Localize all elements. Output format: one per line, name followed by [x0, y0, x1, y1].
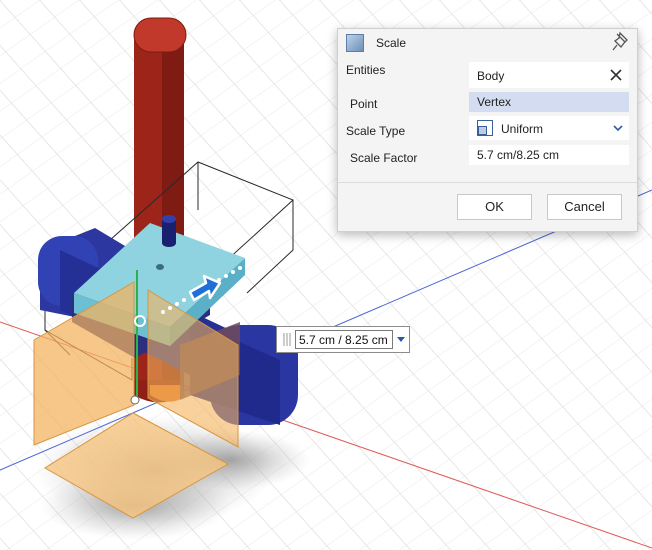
drag-grip-icon[interactable]: [282, 332, 292, 347]
entities-selector[interactable]: Body: [469, 62, 629, 88]
pin-icon[interactable]: [611, 31, 631, 53]
clear-selection-icon[interactable]: [609, 68, 623, 82]
scale-tool-icon: [346, 34, 364, 52]
scale-type-value: Uniform: [501, 122, 544, 136]
entities-label: Entities: [346, 63, 386, 77]
scale-dialog: Scale Entities Body Point Vertex Scale T…: [337, 28, 638, 232]
scale-factor-input[interactable]: 5.7 cm/8.25 cm: [469, 145, 629, 165]
chevron-down-icon: [613, 125, 623, 132]
point-label: Point: [350, 97, 378, 111]
floating-scale-value: 5.7 cm / 8.25 cm: [299, 333, 388, 347]
uniform-icon: [477, 120, 493, 136]
dialog-separator: [338, 182, 637, 183]
floating-scale-field[interactable]: 5.7 cm / 8.25 cm: [295, 330, 393, 349]
scale-type-dropdown[interactable]: Uniform: [469, 116, 629, 140]
scale-factor-label: Scale Factor: [350, 151, 418, 165]
dialog-title: Scale: [376, 36, 407, 50]
ok-button[interactable]: OK: [457, 194, 532, 220]
floating-scale-input: 5.7 cm / 8.25 cm: [276, 326, 410, 353]
blue-peg: [162, 215, 176, 247]
dialog-title-bar: Scale: [338, 29, 637, 57]
scale-type-label: Scale Type: [346, 124, 406, 138]
point-selector[interactable]: Vertex: [469, 92, 629, 112]
entities-value: Body: [477, 69, 505, 83]
dropdown-arrow-icon[interactable]: [397, 337, 405, 342]
scale-factor-value: 5.7 cm/8.25 cm: [477, 148, 560, 162]
point-value: Vertex: [477, 95, 512, 109]
cancel-button[interactable]: Cancel: [547, 194, 622, 220]
vertex-point[interactable]: [130, 395, 140, 405]
